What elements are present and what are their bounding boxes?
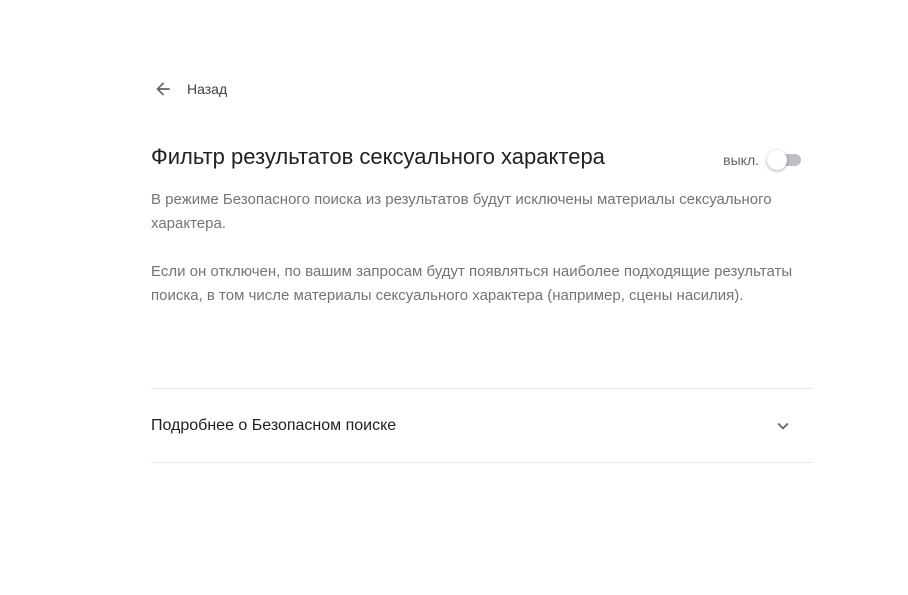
back-button[interactable]: Назад	[152, 78, 227, 100]
toggle-state-label: выкл.	[723, 152, 759, 168]
chevron-down-icon[interactable]	[771, 414, 795, 438]
divider-bottom	[151, 462, 813, 463]
filter-header: Фильтр результатов сексуального характер…	[151, 140, 813, 174]
page-title: Фильтр результатов сексуального характер…	[151, 144, 605, 169]
filter-toggle-switch[interactable]	[767, 150, 801, 170]
back-label: Назад	[187, 81, 228, 97]
learn-more-label: Подробнее о Безопасном поиске	[151, 416, 397, 434]
sexual-content-filter-section: Фильтр результатов сексуального характер…	[151, 140, 813, 308]
filter-toggle-group: выкл.	[723, 150, 801, 170]
toggle-thumb[interactable]	[767, 150, 787, 170]
filter-description-2: Если он отключен, по вашим запросам буду…	[151, 263, 793, 304]
arrow-left-icon	[152, 78, 174, 100]
filter-description-1: В режиме Безопасного поиска из результат…	[151, 191, 772, 232]
learn-more-expander[interactable]: Подробнее о Безопасном поиске	[151, 389, 813, 462]
